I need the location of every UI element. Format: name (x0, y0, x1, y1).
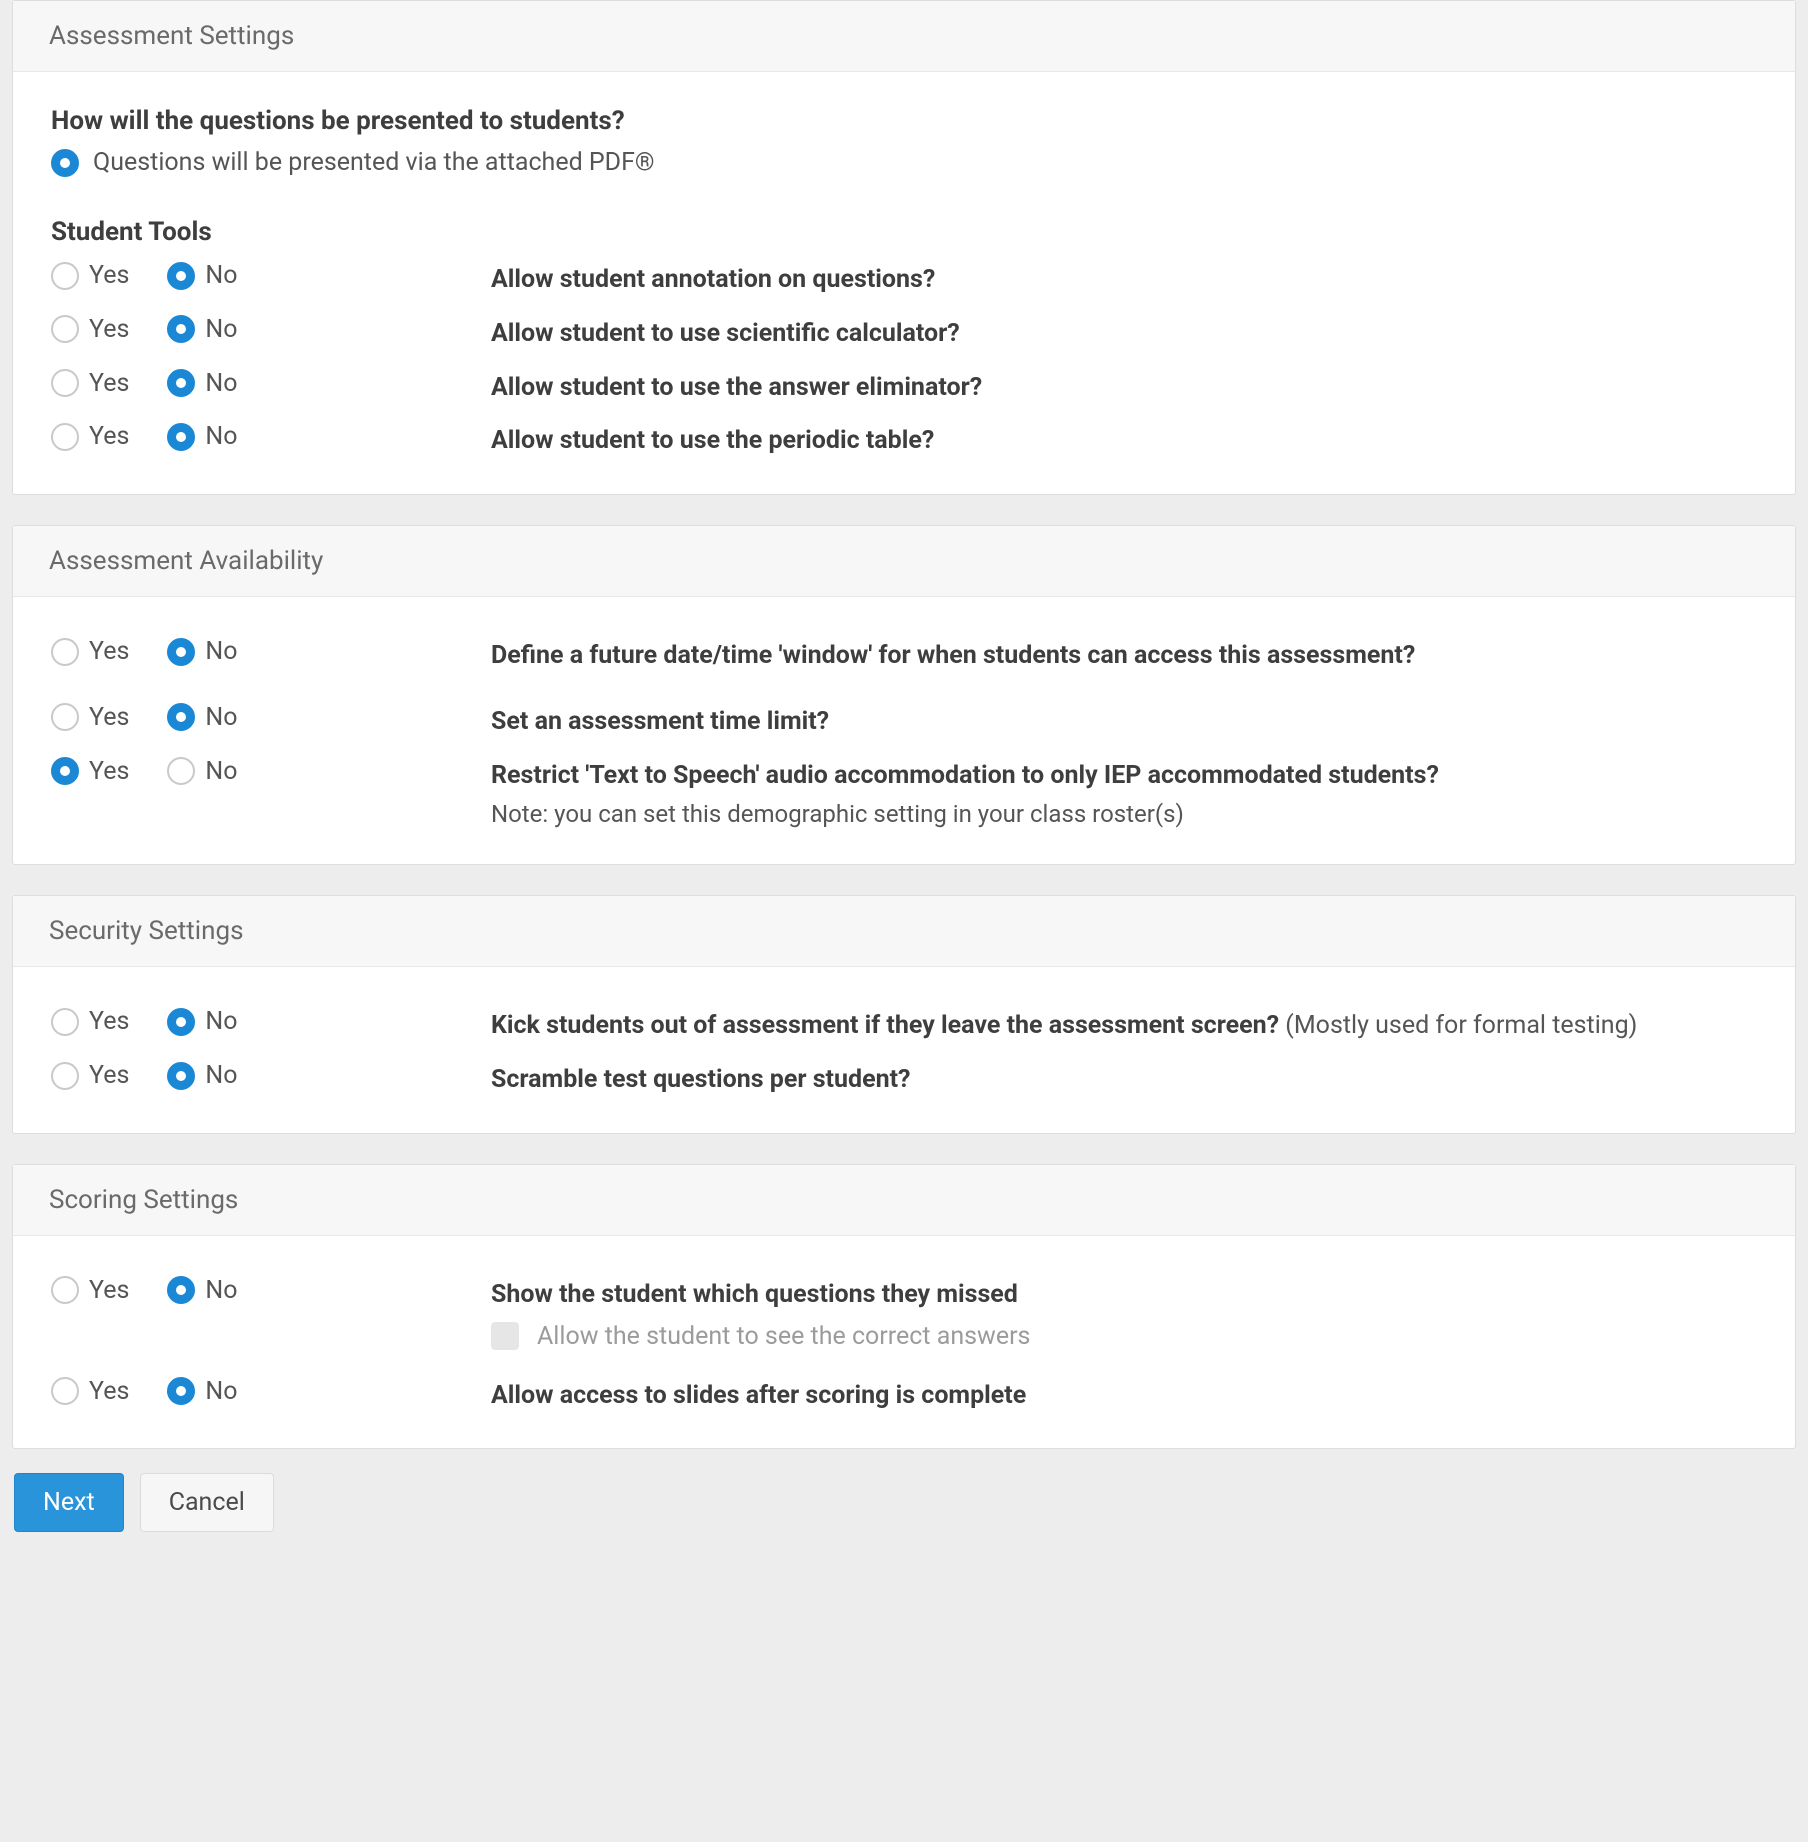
no-label: No (205, 261, 237, 290)
tool-row-annotation: Yes No Allow student annotation on quest… (51, 261, 1757, 297)
yes-label: Yes (89, 757, 129, 786)
timelimit-yes-radio[interactable] (51, 703, 79, 731)
window-yes-radio[interactable] (51, 638, 79, 666)
no-label: No (205, 1276, 237, 1305)
scoring-title: Scoring Settings (13, 1165, 1795, 1236)
yes-label: Yes (89, 315, 129, 344)
scramble-yes-radio[interactable] (51, 1062, 79, 1090)
no-label: No (205, 757, 237, 786)
eliminator-label: Allow student to use the answer eliminat… (491, 369, 982, 405)
tool-row-eliminator: Yes No Allow student to use the answer e… (51, 369, 1757, 405)
slides-label: Allow access to slides after scoring is … (491, 1377, 1026, 1413)
scoring-panel: Scoring Settings Yes No Show the student… (12, 1164, 1796, 1450)
yes-label: Yes (89, 1377, 129, 1406)
no-label: No (205, 703, 237, 732)
show-missed-label: Show the student which questions they mi… (491, 1276, 1018, 1312)
scramble-no-radio[interactable] (167, 1062, 195, 1090)
presentation-question: How will the questions be presented to s… (51, 106, 1757, 136)
availability-row-tts: Yes No Restrict 'Text to Speech' audio a… (51, 757, 1757, 829)
no-label: No (205, 1007, 237, 1036)
window-label: Define a future date/time 'window' for w… (491, 637, 1415, 673)
kick-hint: (Mostly used for formal testing) (1285, 1011, 1637, 1040)
security-panel: Security Settings Yes No Kick students o… (12, 895, 1796, 1134)
yes-label: Yes (89, 637, 129, 666)
security-row-kick: Yes No Kick students out of assessment i… (51, 1007, 1757, 1043)
annotation-yes-radio[interactable] (51, 262, 79, 290)
no-label: No (205, 1377, 237, 1406)
yes-label: Yes (89, 1276, 129, 1305)
periodic-no-radio[interactable] (167, 423, 195, 451)
security-title: Security Settings (13, 896, 1795, 967)
yes-label: Yes (89, 703, 129, 732)
availability-row-timelimit: Yes No Set an assessment time limit? (51, 703, 1757, 739)
assessment-settings-title: Assessment Settings (13, 1, 1795, 72)
tts-note: Note: you can set this demographic setti… (491, 800, 1439, 828)
no-label: No (205, 1061, 237, 1090)
presentation-option-label: Questions will be presented via the atta… (93, 148, 655, 177)
annotation-label: Allow student annotation on questions? (491, 261, 935, 297)
timelimit-label: Set an assessment time limit? (491, 703, 829, 739)
slides-no-radio[interactable] (167, 1377, 195, 1405)
assessment-settings-panel: Assessment Settings How will the questio… (12, 0, 1796, 495)
availability-panel: Assessment Availability Yes No Define a … (12, 525, 1796, 865)
cancel-button[interactable]: Cancel (140, 1473, 274, 1532)
show-missed-yes-radio[interactable] (51, 1276, 79, 1304)
scoring-row-slides: Yes No Allow access to slides after scor… (51, 1377, 1757, 1413)
no-label: No (205, 637, 237, 666)
tts-label: Restrict 'Text to Speech' audio accommod… (491, 757, 1439, 793)
show-missed-no-radio[interactable] (167, 1276, 195, 1304)
tool-row-calculator: Yes No Allow student to use scientific c… (51, 315, 1757, 351)
yes-label: Yes (89, 369, 129, 398)
scoring-row-show-missed: Yes No Show the student which questions … (51, 1276, 1757, 1312)
allow-correct-row: Allow the student to see the correct ans… (491, 1322, 1757, 1351)
no-label: No (205, 422, 237, 451)
kick-no-radio[interactable] (167, 1008, 195, 1036)
yes-label: Yes (89, 1007, 129, 1036)
allow-correct-label: Allow the student to see the correct ans… (537, 1322, 1030, 1351)
footer: Next Cancel (12, 1473, 1796, 1532)
availability-title: Assessment Availability (13, 526, 1795, 597)
eliminator-no-radio[interactable] (167, 369, 195, 397)
slides-yes-radio[interactable] (51, 1377, 79, 1405)
yes-label: Yes (89, 1061, 129, 1090)
presentation-option-radio[interactable] (51, 149, 79, 177)
kick-label-text: Kick students out of assessment if they … (491, 1011, 1279, 1040)
calculator-label: Allow student to use scientific calculat… (491, 315, 960, 351)
tts-yes-radio[interactable] (51, 757, 79, 785)
student-tools-title: Student Tools (51, 217, 1757, 247)
kick-label: Kick students out of assessment if they … (491, 1007, 1637, 1043)
calculator-yes-radio[interactable] (51, 315, 79, 343)
timelimit-no-radio[interactable] (167, 703, 195, 731)
no-label: No (205, 315, 237, 344)
calculator-no-radio[interactable] (167, 315, 195, 343)
annotation-no-radio[interactable] (167, 262, 195, 290)
eliminator-yes-radio[interactable] (51, 369, 79, 397)
availability-row-window: Yes No Define a future date/time 'window… (51, 637, 1757, 673)
tts-no-radio[interactable] (167, 757, 195, 785)
next-button[interactable]: Next (14, 1473, 124, 1532)
window-no-radio[interactable] (167, 638, 195, 666)
no-label: No (205, 369, 237, 398)
yes-label: Yes (89, 261, 129, 290)
scramble-label: Scramble test questions per student? (491, 1061, 911, 1097)
security-row-scramble: Yes No Scramble test questions per stude… (51, 1061, 1757, 1097)
yes-label: Yes (89, 422, 129, 451)
periodic-label: Allow student to use the periodic table? (491, 422, 934, 458)
periodic-yes-radio[interactable] (51, 423, 79, 451)
kick-yes-radio[interactable] (51, 1008, 79, 1036)
allow-correct-checkbox (491, 1322, 519, 1350)
tool-row-periodic: Yes No Allow student to use the periodic… (51, 422, 1757, 458)
